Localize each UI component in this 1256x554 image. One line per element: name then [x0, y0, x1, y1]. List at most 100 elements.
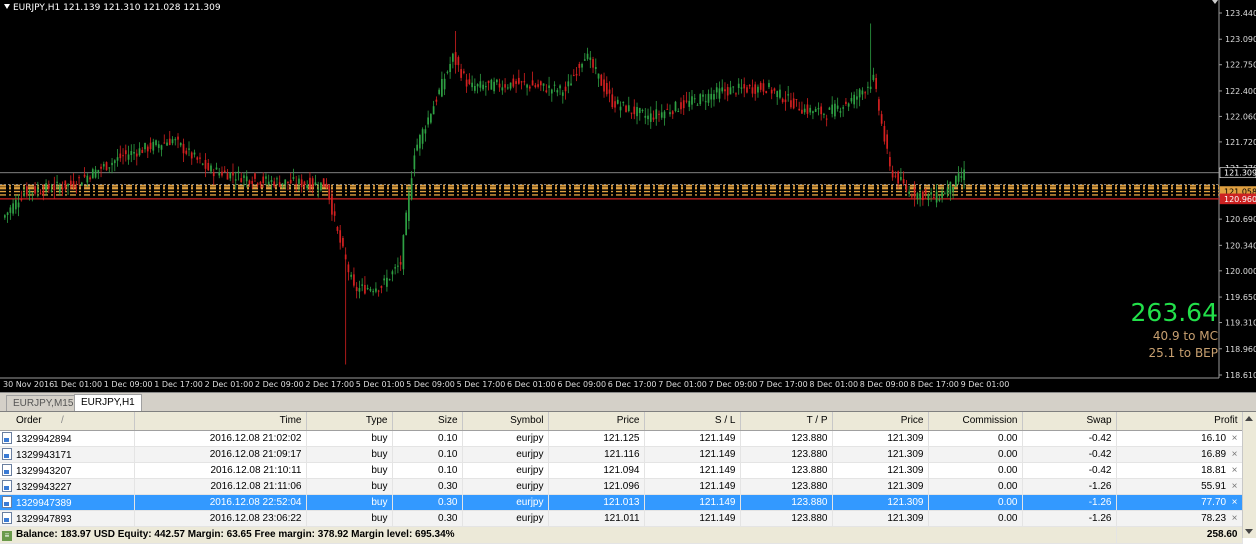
candle-body [641, 109, 644, 111]
close-order-icon[interactable]: × [1226, 433, 1238, 444]
candle-body [691, 96, 693, 105]
table-row[interactable]: 1329943171 2016.12.08 21:09:17 buy 0.10 eurj… [0, 446, 1243, 463]
col-price[interactable]: Price [548, 412, 645, 431]
chart-canvas[interactable]: 123.440 123.090 122.750 122.400 122.060 121.7… [0, 0, 1256, 392]
candle-body [647, 115, 649, 120]
cell-current-price: 121.309 [832, 510, 929, 527]
candle-body [798, 108, 801, 111]
col-sl[interactable]: S / L [644, 412, 741, 431]
candle-body [935, 191, 938, 203]
order-icon [2, 431, 12, 444]
cell-sl: 121.149 [644, 510, 741, 527]
candle-body [875, 77, 878, 89]
candle-body [801, 109, 803, 114]
close-order-icon[interactable]: × [1226, 497, 1238, 508]
scroll-up-icon[interactable] [1245, 416, 1253, 421]
candle-body [9, 207, 12, 213]
overlay-to-bep: 25.1 to BEP [1148, 346, 1218, 360]
candle-body [342, 237, 344, 247]
col-current-price[interactable]: Price [832, 412, 929, 431]
candle-body [229, 172, 232, 179]
candle-body [204, 159, 207, 169]
candle-body [39, 193, 42, 195]
cell-symbol: eurjpy [462, 462, 549, 479]
time-tick-label: 6 Dec 17:00 [608, 380, 657, 389]
candle-body [402, 235, 405, 270]
candle-body [765, 91, 768, 94]
close-order-icon[interactable]: × [1226, 481, 1238, 492]
col-commission[interactable]: Commission [928, 412, 1023, 431]
candle-body [603, 79, 605, 92]
candle-body [729, 87, 732, 95]
price-tick-label: 123.440 [1225, 9, 1256, 18]
candle-body [806, 104, 809, 114]
candle-body [762, 83, 765, 92]
candle-body [924, 189, 927, 194]
cell-price: 121.013 [548, 494, 645, 511]
cell-sl: 121.149 [644, 430, 741, 447]
table-row[interactable]: 1329943227 2016.12.08 21:11:06 buy 0.30 eurj… [0, 478, 1243, 495]
candle-body [331, 196, 333, 215]
candle-body [377, 290, 380, 292]
cell-tp: 123.880 [740, 446, 833, 463]
candle-body [388, 279, 391, 281]
col-order[interactable]: Order / [0, 412, 135, 431]
candle-body [704, 101, 707, 103]
tab-eurjpy-m15[interactable]: EURJPY,M15 [6, 395, 81, 411]
candle-body [383, 278, 386, 281]
tab-eurjpy-h1[interactable]: EURJPY,H1 [74, 394, 142, 412]
col-size[interactable]: Size [392, 412, 463, 431]
candle-body [861, 90, 864, 95]
cell-sl: 121.149 [644, 446, 741, 463]
candle-body [493, 81, 495, 92]
candle-body [561, 92, 564, 96]
candle-body [344, 254, 347, 260]
candle-body [597, 73, 600, 79]
close-order-icon[interactable]: × [1226, 449, 1238, 460]
candle-body [583, 59, 586, 61]
col-tp[interactable]: T / P [740, 412, 833, 431]
col-symbol[interactable]: Symbol [462, 412, 549, 431]
close-order-icon[interactable]: × [1226, 513, 1238, 524]
col-time[interactable]: Time [134, 412, 307, 431]
candle-body [504, 84, 506, 88]
table-row[interactable]: 1329942894 2016.12.08 21:02:02 buy 0.10 eurj… [0, 430, 1243, 447]
candle-body [619, 106, 622, 111]
candle-body [781, 98, 784, 103]
cell-order: 1329943227 [0, 478, 135, 495]
col-profit[interactable]: Profit [1116, 412, 1243, 431]
candle-body [858, 89, 861, 98]
cell-commission: 0.00 [928, 430, 1023, 447]
candle-body [311, 178, 314, 187]
chart-menu-arrow-icon[interactable] [4, 4, 10, 9]
candle-body [380, 286, 383, 288]
candle-body [944, 193, 946, 195]
cell-profit: 18.81 × [1116, 462, 1243, 479]
chart-shift-icon[interactable] [1212, 0, 1218, 4]
table-row[interactable]: 1329943207 2016.12.08 21:10:11 buy 0.10 eurj… [0, 462, 1243, 479]
candle-body [410, 178, 413, 200]
price-chart[interactable]: 123.440 123.090 122.750 122.400 122.060 121.7… [0, 0, 1256, 392]
cell-profit: 77.70 × [1116, 494, 1243, 511]
candle-body [952, 187, 954, 192]
col-swap[interactable]: Swap [1022, 412, 1117, 431]
candle-body [512, 78, 515, 87]
time-tick-label: 5 Dec 09:00 [406, 380, 455, 389]
close-order-icon[interactable]: × [1226, 465, 1238, 476]
vertical-scrollbar[interactable] [1242, 412, 1256, 538]
col-type[interactable]: Type [306, 412, 393, 431]
candle-body [889, 157, 891, 167]
table-row[interactable]: 1329947389 2016.12.08 22:52:04 buy 0.30 eurj… [0, 494, 1243, 511]
cell-tp: 123.880 [740, 478, 833, 495]
cell-current-price: 121.309 [832, 446, 929, 463]
candle-body [399, 262, 402, 265]
candle-body [336, 226, 339, 231]
cell-price: 121.096 [548, 478, 645, 495]
candle-body [61, 187, 64, 190]
table-row[interactable]: 1329947893 2016.12.08 23:06:22 buy 0.30 eurj… [0, 510, 1243, 527]
candle-body [226, 173, 229, 180]
candle-body [438, 89, 440, 94]
cell-order: 1329942894 [0, 430, 135, 447]
scroll-down-icon[interactable] [1245, 529, 1253, 534]
candle-body [600, 74, 603, 86]
